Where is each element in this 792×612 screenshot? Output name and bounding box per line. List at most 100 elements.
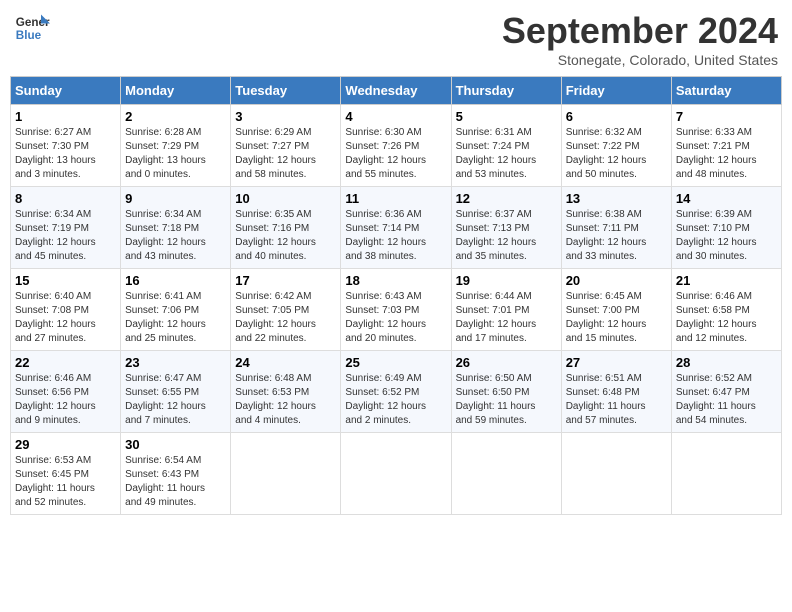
day-info: Sunrise: 6:30 AMSunset: 7:26 PMDaylight:… bbox=[345, 126, 446, 182]
col-sunday: Sunday bbox=[11, 77, 121, 105]
day-info: Sunrise: 6:43 AMSunset: 7:03 PMDaylight:… bbox=[345, 290, 446, 346]
day-number: 30 bbox=[125, 437, 226, 452]
calendar-cell: 27 Sunrise: 6:51 AMSunset: 6:48 PMDaylig… bbox=[561, 351, 671, 433]
calendar-week-row: 29 Sunrise: 6:53 AMSunset: 6:45 PMDaylig… bbox=[11, 433, 782, 515]
calendar-cell: 15 Sunrise: 6:40 AMSunset: 7:08 PMDaylig… bbox=[11, 269, 121, 351]
calendar-cell bbox=[341, 433, 451, 515]
day-number: 22 bbox=[15, 355, 116, 370]
month-title: September 2024 bbox=[502, 10, 778, 52]
calendar-cell: 20 Sunrise: 6:45 AMSunset: 7:00 PMDaylig… bbox=[561, 269, 671, 351]
day-info: Sunrise: 6:37 AMSunset: 7:13 PMDaylight:… bbox=[456, 208, 557, 264]
calendar-cell: 13 Sunrise: 6:38 AMSunset: 7:11 PMDaylig… bbox=[561, 187, 671, 269]
logo: General Blue bbox=[14, 10, 50, 46]
calendar-cell: 22 Sunrise: 6:46 AMSunset: 6:56 PMDaylig… bbox=[11, 351, 121, 433]
title-area: September 2024 Stonegate, Colorado, Unit… bbox=[502, 10, 778, 68]
day-number: 16 bbox=[125, 273, 226, 288]
calendar-cell bbox=[451, 433, 561, 515]
day-info: Sunrise: 6:46 AMSunset: 6:58 PMDaylight:… bbox=[676, 290, 777, 346]
calendar-cell: 5 Sunrise: 6:31 AMSunset: 7:24 PMDayligh… bbox=[451, 105, 561, 187]
day-number: 11 bbox=[345, 191, 446, 206]
day-number: 28 bbox=[676, 355, 777, 370]
day-info: Sunrise: 6:45 AMSunset: 7:00 PMDaylight:… bbox=[566, 290, 667, 346]
day-info: Sunrise: 6:51 AMSunset: 6:48 PMDaylight:… bbox=[566, 372, 667, 428]
calendar-cell: 26 Sunrise: 6:50 AMSunset: 6:50 PMDaylig… bbox=[451, 351, 561, 433]
day-info: Sunrise: 6:47 AMSunset: 6:55 PMDaylight:… bbox=[125, 372, 226, 428]
calendar-week-row: 15 Sunrise: 6:40 AMSunset: 7:08 PMDaylig… bbox=[11, 269, 782, 351]
calendar-cell: 8 Sunrise: 6:34 AMSunset: 7:19 PMDayligh… bbox=[11, 187, 121, 269]
day-number: 2 bbox=[125, 109, 226, 124]
day-info: Sunrise: 6:44 AMSunset: 7:01 PMDaylight:… bbox=[456, 290, 557, 346]
col-tuesday: Tuesday bbox=[231, 77, 341, 105]
day-number: 20 bbox=[566, 273, 667, 288]
day-number: 5 bbox=[456, 109, 557, 124]
day-info: Sunrise: 6:49 AMSunset: 6:52 PMDaylight:… bbox=[345, 372, 446, 428]
day-number: 6 bbox=[566, 109, 667, 124]
day-number: 18 bbox=[345, 273, 446, 288]
day-info: Sunrise: 6:38 AMSunset: 7:11 PMDaylight:… bbox=[566, 208, 667, 264]
day-info: Sunrise: 6:52 AMSunset: 6:47 PMDaylight:… bbox=[676, 372, 777, 428]
day-info: Sunrise: 6:36 AMSunset: 7:14 PMDaylight:… bbox=[345, 208, 446, 264]
day-info: Sunrise: 6:35 AMSunset: 7:16 PMDaylight:… bbox=[235, 208, 336, 264]
calendar-cell: 9 Sunrise: 6:34 AMSunset: 7:18 PMDayligh… bbox=[121, 187, 231, 269]
calendar-cell: 6 Sunrise: 6:32 AMSunset: 7:22 PMDayligh… bbox=[561, 105, 671, 187]
day-info: Sunrise: 6:46 AMSunset: 6:56 PMDaylight:… bbox=[15, 372, 116, 428]
calendar-week-row: 8 Sunrise: 6:34 AMSunset: 7:19 PMDayligh… bbox=[11, 187, 782, 269]
calendar-cell: 29 Sunrise: 6:53 AMSunset: 6:45 PMDaylig… bbox=[11, 433, 121, 515]
day-info: Sunrise: 6:32 AMSunset: 7:22 PMDaylight:… bbox=[566, 126, 667, 182]
day-info: Sunrise: 6:42 AMSunset: 7:05 PMDaylight:… bbox=[235, 290, 336, 346]
calendar-cell: 28 Sunrise: 6:52 AMSunset: 6:47 PMDaylig… bbox=[671, 351, 781, 433]
day-number: 19 bbox=[456, 273, 557, 288]
calendar-cell bbox=[671, 433, 781, 515]
day-number: 17 bbox=[235, 273, 336, 288]
day-info: Sunrise: 6:39 AMSunset: 7:10 PMDaylight:… bbox=[676, 208, 777, 264]
col-monday: Monday bbox=[121, 77, 231, 105]
calendar-cell: 11 Sunrise: 6:36 AMSunset: 7:14 PMDaylig… bbox=[341, 187, 451, 269]
day-number: 24 bbox=[235, 355, 336, 370]
day-info: Sunrise: 6:27 AMSunset: 7:30 PMDaylight:… bbox=[15, 126, 116, 182]
day-number: 3 bbox=[235, 109, 336, 124]
day-number: 7 bbox=[676, 109, 777, 124]
calendar-cell: 10 Sunrise: 6:35 AMSunset: 7:16 PMDaylig… bbox=[231, 187, 341, 269]
calendar-week-row: 1 Sunrise: 6:27 AMSunset: 7:30 PMDayligh… bbox=[11, 105, 782, 187]
day-number: 10 bbox=[235, 191, 336, 206]
day-number: 25 bbox=[345, 355, 446, 370]
calendar-cell: 1 Sunrise: 6:27 AMSunset: 7:30 PMDayligh… bbox=[11, 105, 121, 187]
day-info: Sunrise: 6:28 AMSunset: 7:29 PMDaylight:… bbox=[125, 126, 226, 182]
calendar-cell: 18 Sunrise: 6:43 AMSunset: 7:03 PMDaylig… bbox=[341, 269, 451, 351]
col-wednesday: Wednesday bbox=[341, 77, 451, 105]
calendar-cell: 4 Sunrise: 6:30 AMSunset: 7:26 PMDayligh… bbox=[341, 105, 451, 187]
day-number: 9 bbox=[125, 191, 226, 206]
day-info: Sunrise: 6:31 AMSunset: 7:24 PMDaylight:… bbox=[456, 126, 557, 182]
calendar-cell bbox=[561, 433, 671, 515]
day-number: 27 bbox=[566, 355, 667, 370]
day-number: 15 bbox=[15, 273, 116, 288]
calendar-cell: 19 Sunrise: 6:44 AMSunset: 7:01 PMDaylig… bbox=[451, 269, 561, 351]
day-number: 23 bbox=[125, 355, 226, 370]
day-number: 21 bbox=[676, 273, 777, 288]
header-row: Sunday Monday Tuesday Wednesday Thursday… bbox=[11, 77, 782, 105]
day-info: Sunrise: 6:40 AMSunset: 7:08 PMDaylight:… bbox=[15, 290, 116, 346]
calendar-cell: 16 Sunrise: 6:41 AMSunset: 7:06 PMDaylig… bbox=[121, 269, 231, 351]
svg-text:Blue: Blue bbox=[16, 29, 42, 42]
calendar-table: Sunday Monday Tuesday Wednesday Thursday… bbox=[10, 76, 782, 515]
day-number: 1 bbox=[15, 109, 116, 124]
calendar-cell: 24 Sunrise: 6:48 AMSunset: 6:53 PMDaylig… bbox=[231, 351, 341, 433]
calendar-cell: 17 Sunrise: 6:42 AMSunset: 7:05 PMDaylig… bbox=[231, 269, 341, 351]
col-friday: Friday bbox=[561, 77, 671, 105]
col-saturday: Saturday bbox=[671, 77, 781, 105]
day-number: 4 bbox=[345, 109, 446, 124]
day-info: Sunrise: 6:53 AMSunset: 6:45 PMDaylight:… bbox=[15, 454, 116, 510]
calendar-cell: 3 Sunrise: 6:29 AMSunset: 7:27 PMDayligh… bbox=[231, 105, 341, 187]
day-number: 8 bbox=[15, 191, 116, 206]
day-info: Sunrise: 6:41 AMSunset: 7:06 PMDaylight:… bbox=[125, 290, 226, 346]
calendar-week-row: 22 Sunrise: 6:46 AMSunset: 6:56 PMDaylig… bbox=[11, 351, 782, 433]
logo-icon: General Blue bbox=[14, 10, 50, 46]
day-info: Sunrise: 6:50 AMSunset: 6:50 PMDaylight:… bbox=[456, 372, 557, 428]
calendar-cell: 7 Sunrise: 6:33 AMSunset: 7:21 PMDayligh… bbox=[671, 105, 781, 187]
calendar-cell: 21 Sunrise: 6:46 AMSunset: 6:58 PMDaylig… bbox=[671, 269, 781, 351]
day-number: 29 bbox=[15, 437, 116, 452]
col-thursday: Thursday bbox=[451, 77, 561, 105]
day-info: Sunrise: 6:54 AMSunset: 6:43 PMDaylight:… bbox=[125, 454, 226, 510]
calendar-cell: 23 Sunrise: 6:47 AMSunset: 6:55 PMDaylig… bbox=[121, 351, 231, 433]
day-info: Sunrise: 6:48 AMSunset: 6:53 PMDaylight:… bbox=[235, 372, 336, 428]
